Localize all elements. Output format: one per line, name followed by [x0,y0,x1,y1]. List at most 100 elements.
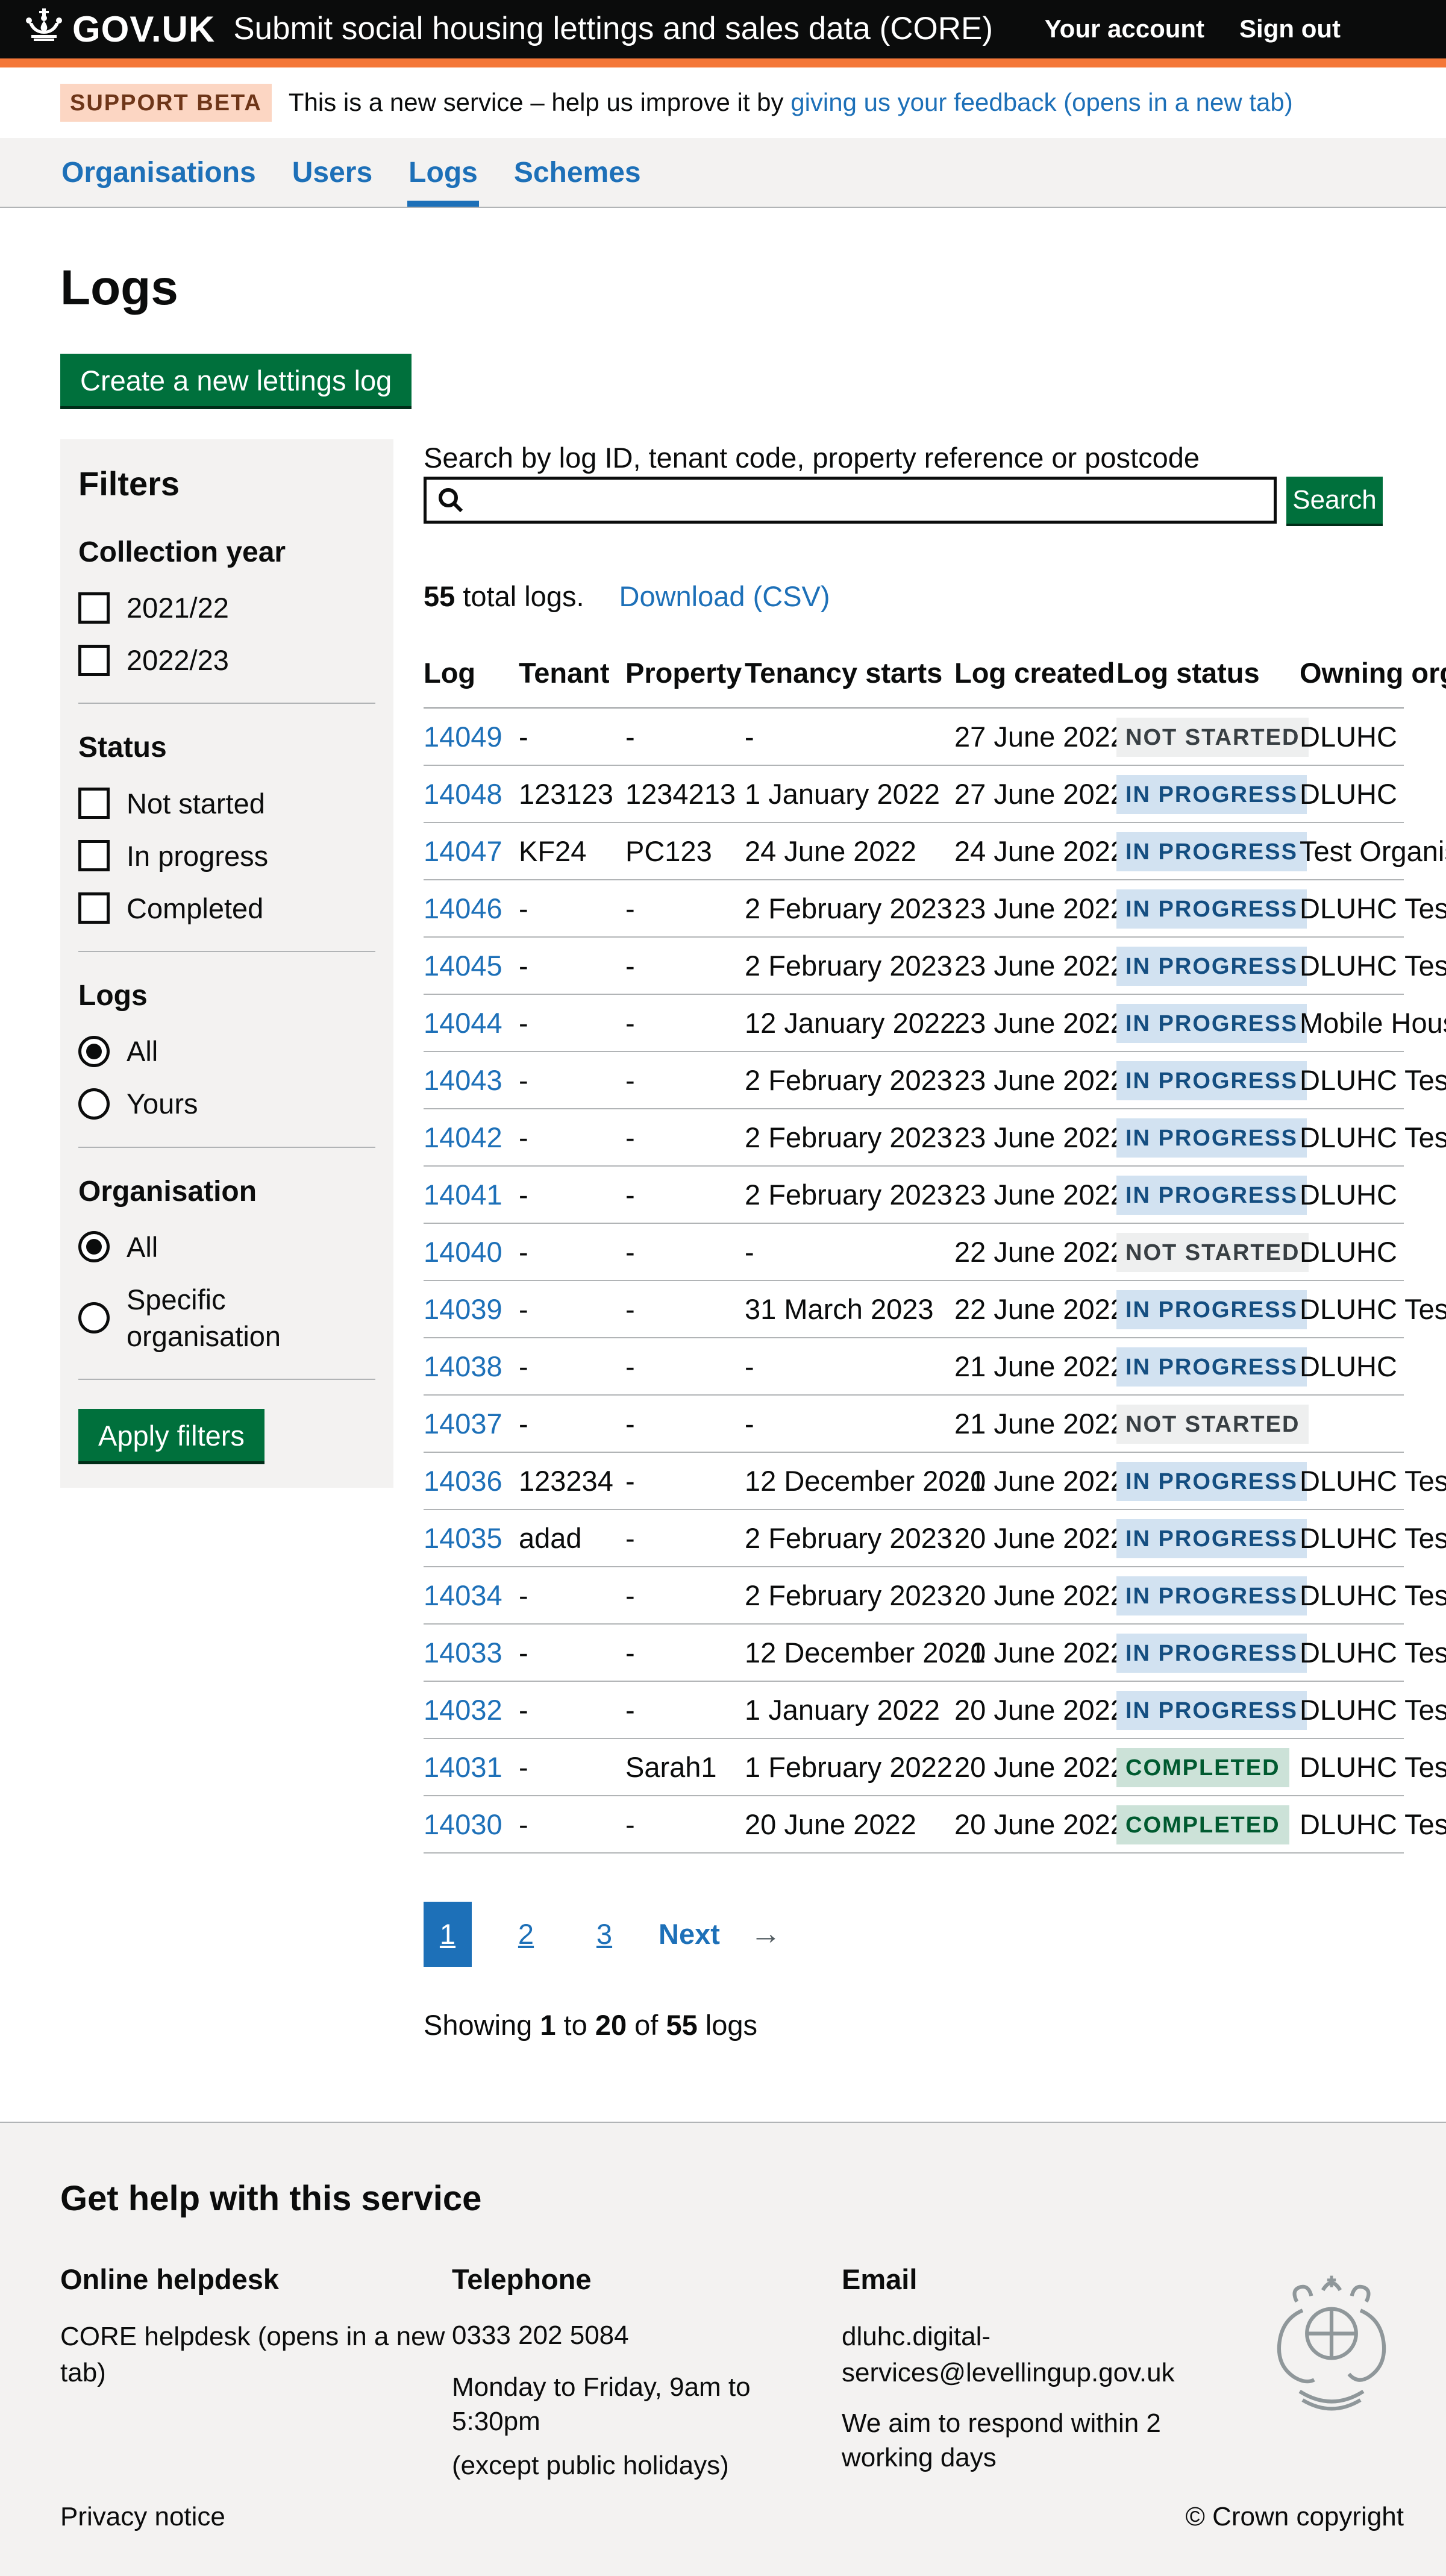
next-arrow-icon: → [750,1914,781,1955]
log-id-link[interactable]: 14042 [424,1121,502,1153]
cell-owning-organisation: DLUHC Test [1300,1749,1420,1785]
nav-link[interactable]: Logs [407,138,479,206]
cell-log-created: 20 June 2022 [954,1634,1116,1671]
log-id-link[interactable]: 14043 [424,1064,502,1096]
govuk-logotype: GOV.UK [72,6,215,53]
status-badge: NOT STARTED [1116,1233,1309,1272]
nav-item: Schemes [513,138,642,206]
cell-log-created: 20 June 2022 [954,1806,1116,1843]
download-csv-link[interactable]: Download (CSV) [619,580,830,612]
search-input[interactable] [424,477,1277,524]
status-badge: IN PROGRESS [1116,1691,1307,1730]
status-label: Status [78,729,375,766]
log-id-link[interactable]: 14047 [424,835,502,867]
checkbox[interactable] [78,788,110,819]
apply-filters-button[interactable]: Apply filters [78,1409,264,1461]
log-id-link[interactable]: 14046 [424,892,502,924]
cell-log-created: 20 June 2022 [954,1749,1116,1785]
nav-link[interactable]: Users [291,138,374,206]
log-id-link[interactable]: 14037 [424,1408,502,1440]
page-title: Logs [60,262,1404,314]
create-lettings-log-button[interactable]: Create a new lettings log [60,354,412,406]
cell-log-created: 21 June 2022 [954,1348,1116,1385]
collection-year-option[interactable]: 2022/23 [78,642,375,678]
sign-out-link[interactable]: Sign out [1239,13,1341,46]
crown-copyright-link[interactable]: © Crown copyright [1185,2499,1404,2534]
cell-tenant: - [519,1062,625,1098]
email-link[interactable]: dluhc.digital-services@levellingup.gov.u… [842,2322,1175,2387]
radio-button[interactable] [78,1302,110,1333]
log-id-link[interactable]: 14030 [424,1808,502,1840]
search-button[interactable]: Search [1286,477,1383,524]
page-number-link[interactable]: 3 [580,1902,628,1967]
checkbox[interactable] [78,840,110,871]
divider [78,1379,375,1380]
radio-button[interactable] [78,1088,110,1120]
cell-tenant: KF24 [519,833,625,870]
log-id-link[interactable]: 14038 [424,1350,502,1382]
log-id-link[interactable]: 14049 [424,721,502,753]
privacy-notice-link[interactable]: Privacy notice [60,2499,225,2534]
log-id-link[interactable]: 14034 [424,1579,502,1611]
table-row: 14031 - Sarah1 1 February 2022 20 June 2… [424,1739,1404,1796]
logs-option[interactable]: Yours [78,1085,375,1122]
showing-results-text: Showing 1 to 20 of 55 logs [424,2007,1404,2122]
table-row: 14036 123234 - 12 December 2021 20 June … [424,1453,1404,1510]
cell-owning-organisation: DLUHC Test [1300,1806,1420,1843]
cell-tenancy-starts: 2 February 2023 [745,1062,954,1098]
organisation-option[interactable]: All [78,1229,375,1265]
page-number-link[interactable]: 1 [424,1902,472,1967]
radio-dot [86,1239,102,1255]
collection-year-option[interactable]: 2021/22 [78,589,375,626]
log-id-link[interactable]: 14035 [424,1522,502,1554]
cell-property: - [625,1291,745,1327]
divider [78,1147,375,1148]
status-badge: IN PROGRESS [1116,1634,1307,1673]
cell-log-created: 27 June 2022 [954,718,1116,755]
your-account-link[interactable]: Your account [1045,13,1204,46]
log-id-link[interactable]: 14045 [424,950,502,982]
cell-log-created: 22 June 2022 [954,1233,1116,1270]
status-option[interactable]: Completed [78,890,375,927]
govuk-home-link[interactable]: GOV.UK [24,6,215,53]
log-id-link[interactable]: 14031 [424,1751,502,1783]
organisation-option[interactable]: Specific organisation [78,1281,375,1355]
cell-tenancy-starts: 2 February 2023 [745,1520,954,1556]
log-id-link[interactable]: 14036 [424,1465,502,1497]
status-badge: NOT STARTED [1116,718,1309,757]
table-row: 14033 - - 12 December 2021 20 June 2022 … [424,1625,1404,1682]
logs-option[interactable]: All [78,1033,375,1070]
log-id-link[interactable]: 14033 [424,1637,502,1669]
option-label: 2022/23 [127,642,229,678]
next-page-link[interactable]: Next [659,1916,720,1952]
feedback-link[interactable]: giving us your feedback (opens in a new … [790,88,1293,116]
core-helpdesk-link[interactable]: CORE helpdesk (opens in a new tab) [60,2322,445,2387]
status-option[interactable]: In progress [78,838,375,874]
cell-tenancy-starts: 2 February 2023 [745,1176,954,1213]
status-badge: COMPLETED [1116,1748,1289,1787]
nav-link[interactable]: Organisations [60,138,257,206]
nav-link[interactable]: Schemes [513,138,642,206]
status-badge: IN PROGRESS [1116,1462,1307,1501]
checkbox[interactable] [78,592,110,624]
cell-log-created: 23 June 2022 [954,1062,1116,1098]
checkbox[interactable] [78,892,110,924]
checkbox[interactable] [78,645,110,676]
status-option[interactable]: Not started [78,785,375,822]
log-id-link[interactable]: 14041 [424,1179,502,1211]
log-id-link[interactable]: 14040 [424,1236,502,1268]
option-label: Yours [127,1085,198,1122]
service-name-link[interactable]: Submit social housing lettings and sales… [233,8,993,50]
log-id-link[interactable]: 14039 [424,1293,502,1325]
radio-button[interactable] [78,1036,110,1067]
beta-tag: SUPPORT BETA [60,84,272,122]
log-id-link[interactable]: 14032 [424,1694,502,1726]
cell-property: - [625,1004,745,1041]
radio-button[interactable] [78,1231,110,1262]
cell-owning-organisation: DLUHC Test [1300,1634,1420,1671]
table-row: 14034 - - 2 February 2023 20 June 2022 I… [424,1567,1404,1625]
table-row: 14040 - - - 22 June 2022 NOT STARTED DLU… [424,1224,1404,1281]
log-id-link[interactable]: 14048 [424,778,502,810]
log-id-link[interactable]: 14044 [424,1007,502,1039]
page-number-link[interactable]: 2 [502,1902,550,1967]
